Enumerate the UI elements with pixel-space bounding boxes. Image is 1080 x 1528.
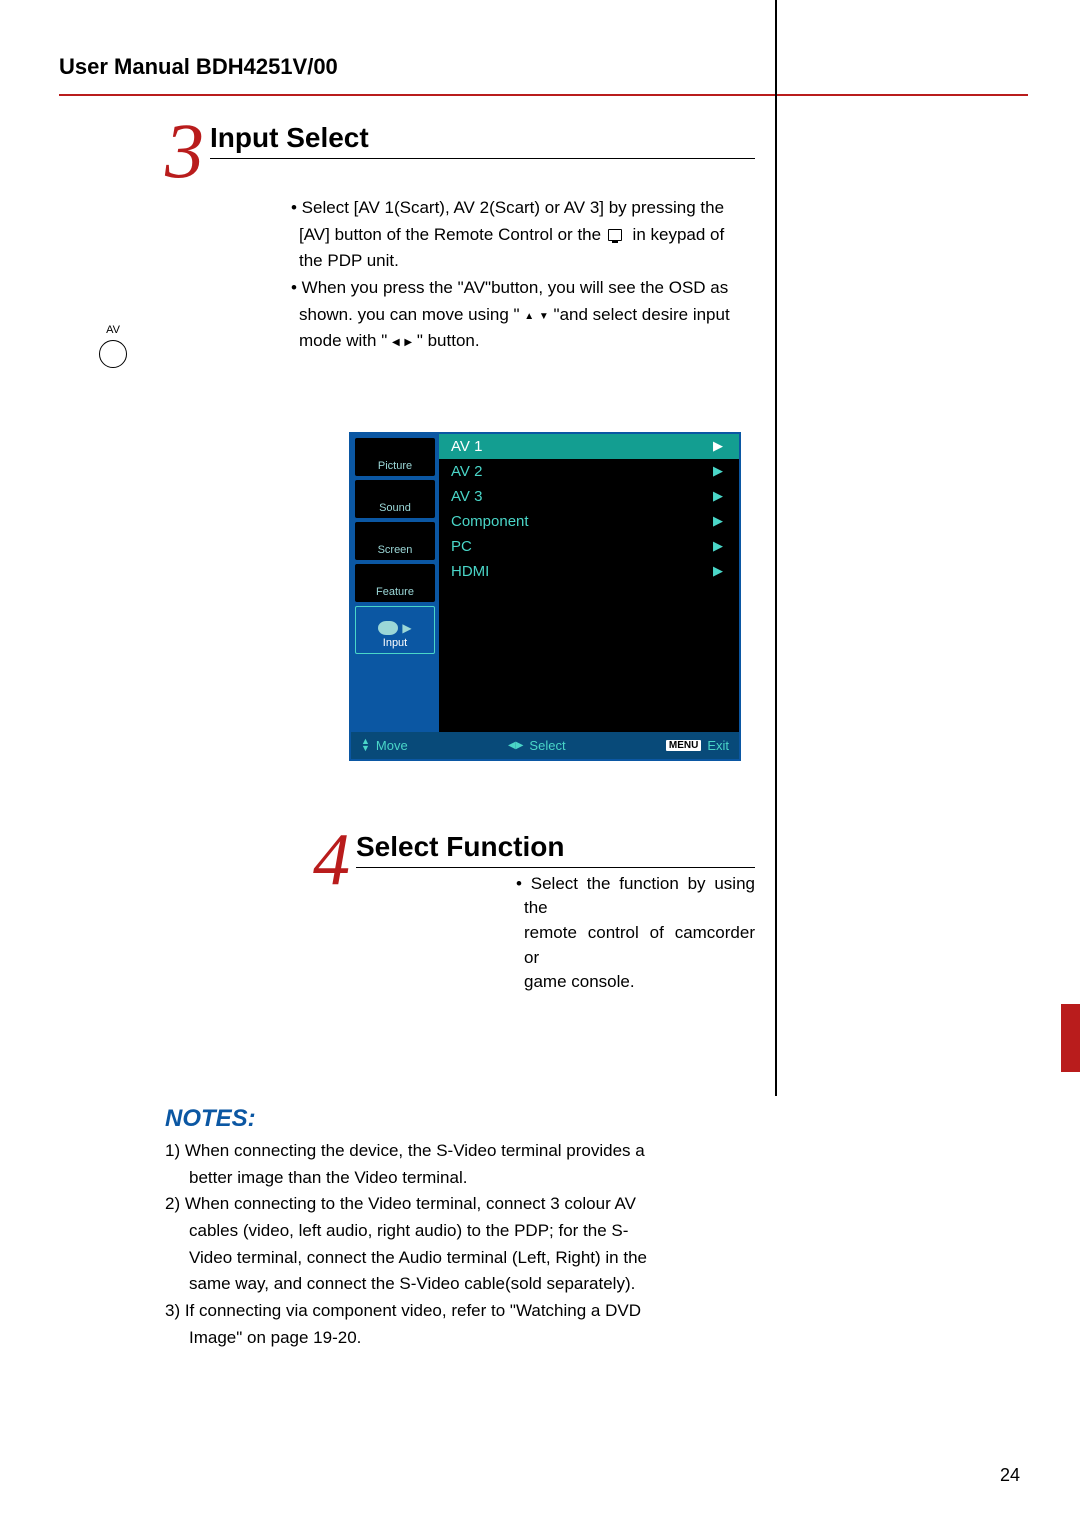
section-4-text: • Select the function by using the remot… bbox=[356, 872, 755, 995]
osd-item-component[interactable]: Component▶ bbox=[439, 509, 739, 534]
up-triangle-icon: ▲ bbox=[524, 310, 534, 325]
manual-model-title: User Manual BDH4251V/00 bbox=[59, 54, 338, 79]
note-line: cables (video, left audio, right audio) … bbox=[165, 1219, 755, 1244]
main-column: 3 Input Select • Select [AV 1(Scart), AV… bbox=[165, 122, 775, 1432]
notes-body: 1) When connecting the device, the S-Vid… bbox=[165, 1139, 755, 1350]
s3-line: • Select [AV 1(Scart), AV 2(Scart) or AV… bbox=[165, 196, 755, 221]
osd-tab-screen[interactable]: Screen bbox=[355, 522, 435, 560]
chevron-right-icon: ▶ bbox=[713, 438, 723, 454]
s3-line: mode with " ◀ ▶ " button. bbox=[165, 329, 755, 354]
s3-line: [AV] button of the Remote Control or the… bbox=[165, 223, 755, 248]
section-4-title: Select Function bbox=[356, 831, 755, 863]
updown-icon: ▲▼ bbox=[361, 738, 370, 752]
title-rule bbox=[210, 158, 755, 159]
step-number-3: 3 bbox=[165, 112, 204, 190]
header-rule bbox=[59, 94, 1028, 96]
section-index-tab bbox=[1061, 1004, 1080, 1072]
note-line: 2) When connecting to the Video terminal… bbox=[165, 1192, 755, 1217]
manual-page: User Manual BDH4251V/00 AV 3 Input Selec… bbox=[0, 0, 1080, 1528]
av-icon-label: AV bbox=[106, 324, 120, 336]
input-tab-art: ▶ bbox=[358, 621, 432, 635]
osd-item-pc[interactable]: PC▶ bbox=[439, 534, 739, 559]
osd-tab-input[interactable]: ▶ Input bbox=[355, 606, 435, 654]
osd-select-hint: ◀▶ Select bbox=[508, 738, 566, 753]
left-margin: AV bbox=[59, 122, 165, 1432]
osd-tab-sound[interactable]: Sound bbox=[355, 480, 435, 518]
vertical-divider bbox=[775, 0, 777, 1096]
chevron-right-icon: ▶ bbox=[713, 488, 723, 504]
section-3: 3 Input Select bbox=[165, 122, 755, 190]
osd-body: Picture Sound Screen Feature ▶ Input AV … bbox=[351, 434, 739, 732]
title-rule bbox=[356, 867, 755, 868]
note-line: 1) When connecting the device, the S-Vid… bbox=[165, 1139, 755, 1164]
chevron-right-icon: ▶ bbox=[713, 513, 723, 529]
left-triangle-icon: ◀ bbox=[392, 336, 400, 351]
osd-exit-hint: MENU Exit bbox=[666, 738, 729, 753]
page-number: 24 bbox=[1000, 1465, 1020, 1486]
s3-line: the PDP unit. bbox=[165, 249, 755, 274]
osd-tab-input-label: Input bbox=[383, 637, 407, 649]
note-line: better image than the Video terminal. bbox=[165, 1166, 755, 1191]
page-header: User Manual BDH4251V/00 bbox=[59, 54, 1028, 96]
osd-item-av2[interactable]: AV 2▶ bbox=[439, 459, 739, 484]
s3-line: shown. you can move using " ▲ ▼ "and sel… bbox=[165, 303, 755, 328]
chevron-right-icon: ▶ bbox=[713, 538, 723, 554]
content-columns: AV 3 Input Select • Select [AV 1(Scart),… bbox=[59, 122, 1028, 1432]
notes-heading: NOTES: bbox=[165, 1105, 755, 1133]
note-line: same way, and connect the S-Video cable(… bbox=[165, 1272, 755, 1297]
osd-tab-feature[interactable]: Feature bbox=[355, 564, 435, 602]
down-triangle-icon: ▼ bbox=[539, 310, 549, 325]
osd-tab-strip: Picture Sound Screen Feature ▶ Input bbox=[351, 434, 439, 732]
leftright-icon: ◀▶ bbox=[508, 740, 523, 751]
av-button-icon: AV bbox=[99, 324, 127, 368]
osd-menu: Picture Sound Screen Feature ▶ Input AV … bbox=[349, 432, 741, 761]
right-triangle-icon: ▶ bbox=[404, 336, 412, 351]
keypad-icon bbox=[608, 229, 622, 241]
section-4: 4 Select Function • Select the function … bbox=[165, 831, 755, 995]
osd-item-av1[interactable]: AV 1▶ bbox=[439, 434, 739, 459]
section-3-title: Input Select bbox=[210, 122, 755, 154]
osd-item-av3[interactable]: AV 3▶ bbox=[439, 484, 739, 509]
menu-badge: MENU bbox=[666, 740, 701, 751]
osd-footer-bar: ▲▼ Move ◀▶ Select MENU Exit bbox=[351, 732, 739, 759]
note-line: 3) If connecting via component video, re… bbox=[165, 1299, 755, 1324]
note-line: Video terminal, connect the Audio termin… bbox=[165, 1246, 755, 1271]
section-3-text: • Select [AV 1(Scart), AV 2(Scart) or AV… bbox=[165, 196, 755, 354]
chevron-right-icon: ▶ bbox=[713, 563, 723, 579]
osd-item-hdmi[interactable]: HDMI▶ bbox=[439, 559, 739, 584]
osd-tab-picture[interactable]: Picture bbox=[355, 438, 435, 476]
s3-line: • When you press the "AV"button, you wil… bbox=[165, 276, 755, 301]
osd-move-hint: ▲▼ Move bbox=[361, 738, 408, 753]
note-line: Image" on page 19-20. bbox=[165, 1326, 755, 1351]
chevron-right-icon: ▶ bbox=[713, 463, 723, 479]
circle-icon bbox=[99, 340, 127, 368]
step-number-4: 4 bbox=[313, 823, 350, 897]
osd-input-list: AV 1▶ AV 2▶ AV 3▶ Component▶ PC▶ HDMI▶ bbox=[439, 434, 739, 732]
